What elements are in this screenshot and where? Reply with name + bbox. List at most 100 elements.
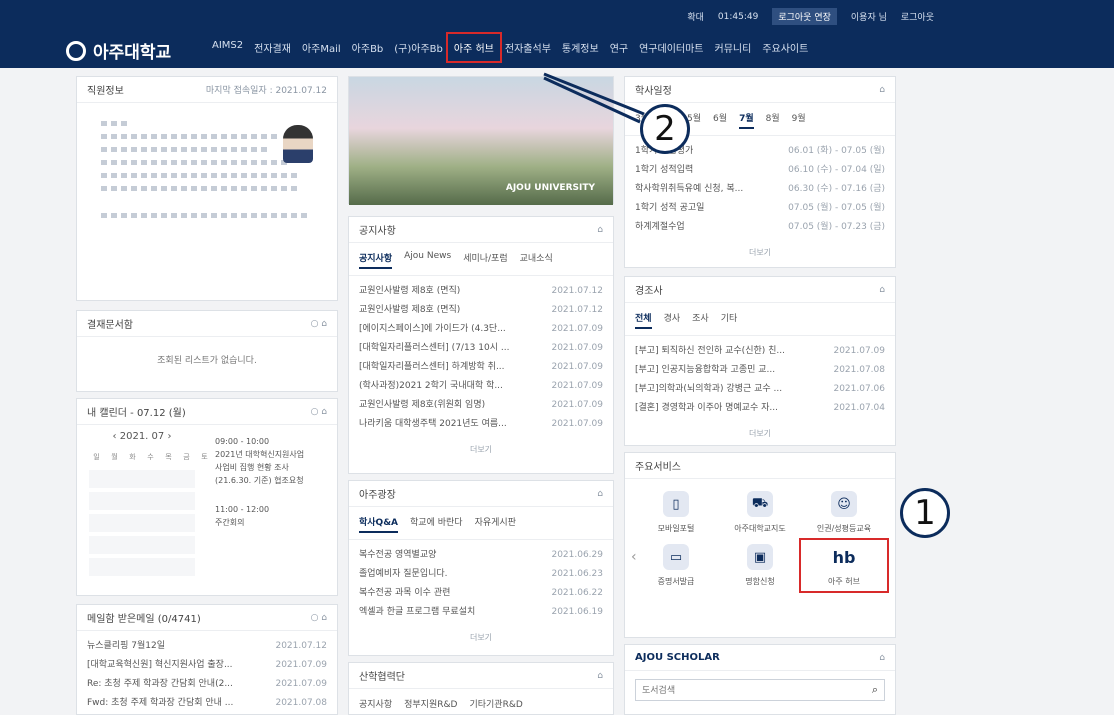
nav-statistics[interactable]: 통계정보 — [562, 40, 599, 55]
industry-panel: 산학협력단 ⌂ 공지사항 정부지원R&D 기타기관R&D — [348, 662, 614, 715]
home-icon[interactable]: ⌂ — [879, 285, 885, 295]
calendar-month[interactable]: ‹ 2021. 07 › — [77, 425, 207, 448]
calendar-actions[interactable]: ○ ⌂ — [311, 407, 327, 417]
more-button[interactable]: 더보기 — [349, 628, 613, 647]
extend-session-button[interactable]: 로그아웃 연장 — [772, 8, 837, 25]
service-human-rights[interactable]: ☺ 인권/성평등교육 — [805, 491, 883, 534]
list-item[interactable]: [대학일자리플러스센터] (7/13 10시 ... 2021.07.09 — [359, 339, 603, 358]
nav-ajou-hub[interactable]: 아주 허브 — [445, 32, 502, 63]
home-icon[interactable]: ⌂ — [879, 85, 885, 95]
service-business-card[interactable]: ▣ 명함신청 — [721, 544, 799, 587]
tab-other-rnd[interactable]: 기타기관R&D — [469, 697, 522, 710]
service-ajou-hub[interactable]: hb 아주 허브 — [799, 538, 889, 593]
mail-panel: 메일함 받은메일 (0/4741) ○ ⌂ 뉴스클리핑 7월12일 2021.07.… — [76, 604, 338, 715]
tab-suggestion[interactable]: 학교에 바란다 — [410, 515, 463, 533]
list-item[interactable]: [결혼] 경영학과 이주아 명예교수 자... 2021.07.04 — [635, 399, 885, 418]
services-panel: 주요서비스 ▯ 모바일포털 ⛟ 아주대학교지도 ☺ 인권/성평등교육 ▭ 증명서발급 ▣… — [624, 452, 896, 638]
zoom-button[interactable]: 확대 — [687, 10, 704, 23]
service-mobile-portal[interactable]: ▯ 모바일포털 — [637, 491, 715, 534]
list-item[interactable]: 하계계절수업 07.05 (월) - 07.23 (금) — [635, 218, 885, 237]
list-item[interactable]: 교원인사발령 제8호 (면직) 2021.07.12 — [359, 282, 603, 301]
tab-gov-rnd[interactable]: 정부지원R&D — [404, 697, 457, 710]
tab-month-8[interactable]: 8월 — [766, 111, 780, 129]
home-icon[interactable]: ⌂ — [879, 653, 885, 663]
more-button[interactable]: 더보기 — [625, 243, 895, 262]
tab-ajou-news[interactable]: Ajou News — [404, 251, 451, 269]
list-item[interactable]: [부고] 인공지능융합학과 고종민 교... 2021.07.08 — [635, 361, 885, 380]
tab-month-6[interactable]: 6월 — [713, 111, 727, 129]
mail-actions[interactable]: ○ ⌂ — [311, 613, 327, 623]
tab-celebration[interactable]: 경사 — [664, 311, 681, 329]
list-item[interactable]: 엑셀과 한글 프로그램 무료설치 2021.06.19 — [359, 603, 603, 622]
list-item[interactable]: Fwd: 초청 주제 학과장 간담회 안내 ... 2021.07.08 — [87, 694, 327, 713]
nav-research-data[interactable]: 연구데이터마트 — [639, 40, 703, 55]
service-certificate[interactable]: ▭ 증명서발급 — [637, 544, 715, 587]
scholar-search-input[interactable] — [642, 685, 842, 695]
list-item[interactable]: 복수전공 과목 이수 관련 2021.06.22 — [359, 584, 603, 603]
list-item[interactable]: 졸업예비자 질문입니다. 2021.06.23 — [359, 565, 603, 584]
tab-qna[interactable]: 학사Q&A — [359, 515, 399, 533]
calendar-grid[interactable]: 일월화수목금토 — [77, 448, 207, 466]
tab-notice[interactable]: 공지사항 — [359, 251, 393, 269]
scholar-panel: AJOU SCHOLAR ⌂ ⌕ — [624, 644, 896, 715]
more-button[interactable]: 더보기 — [625, 424, 895, 443]
home-icon[interactable]: ⌂ — [597, 225, 603, 235]
list-item[interactable]: [부고] 퇴직하신 전인하 교수(신한) 친... 2021.07.09 — [635, 342, 885, 361]
tab-seminar[interactable]: 세미나/포럼 — [463, 251, 507, 269]
nav-community[interactable]: 커뮤니티 — [715, 40, 752, 55]
profile-title: 직원정보 — [87, 86, 124, 97]
nav-attendance[interactable]: 전자출석부 — [505, 40, 551, 55]
calendar-days[interactable] — [89, 470, 195, 580]
search-icon[interactable]: ⌕ — [872, 683, 878, 697]
list-item[interactable]: [에이지스페이스]에 가이드가 (4.3단... 2021.07.09 — [359, 320, 603, 339]
list-item[interactable]: [부고]의학과(뇌의학과) 강병근 교수 ... 2021.07.06 — [635, 380, 885, 399]
refresh-home-icons[interactable]: ○ ⌂ — [311, 319, 327, 329]
emblem-icon — [66, 40, 86, 61]
list-item[interactable]: 1학기 성적입력 06.10 (수) - 07.04 (일) — [635, 161, 885, 180]
nav-mail[interactable]: 아주Mail — [302, 40, 341, 55]
home-icon[interactable]: ⌂ — [597, 489, 603, 499]
calendar-events: 09:00 - 10:00 2021년 대학혁신지원사업 사업비 집행 현황 조… — [207, 425, 317, 584]
service-campus-map[interactable]: ⛟ 아주대학교지도 — [721, 491, 799, 534]
nav-old-bb[interactable]: (구)아주Bb — [394, 40, 443, 55]
nav-approval[interactable]: 전자결재 — [254, 40, 291, 55]
list-item[interactable]: 복수전공 영역별교양 2021.06.29 — [359, 546, 603, 565]
nav-bb[interactable]: 아주Bb — [352, 40, 384, 55]
people-icon: ☺ — [831, 491, 857, 517]
list-item[interactable]: 뉴스클리핑 7월12일 2021.07.12 — [87, 637, 327, 656]
list-item[interactable]: Re: 초청 주제 학과장 간담회 안내(2... 2021.07.09 — [87, 675, 327, 694]
tab-condolence[interactable]: 조사 — [692, 311, 709, 329]
list-item[interactable]: (학사과정)2021 2학기 국내대학 학... 2021.07.09 — [359, 377, 603, 396]
approval-empty-text: 조회된 리스트가 없습니다. — [157, 356, 257, 366]
list-item[interactable]: 교원인사발령 제8호 (면직) 2021.07.12 — [359, 301, 603, 320]
list-item[interactable]: 나라키움 대학생주택 2021년도 여름... 2021.07.09 — [359, 415, 603, 434]
tab-free-board[interactable]: 자유게시판 — [475, 515, 516, 533]
list-item[interactable]: 1학기 성적 공고일 07.05 (월) - 07.05 (월) — [635, 199, 885, 218]
list-item[interactable]: 학사학위취득유예 신청, 복... 06.30 (수) - 07.16 (금) — [635, 180, 885, 199]
tab-month-9[interactable]: 9월 — [792, 111, 806, 129]
tab-month-7[interactable]: 7월 — [739, 111, 754, 129]
ajou-board-panel: 아주광장 ⌂ 학사Q&A 학교에 바란다 자유게시판 복수전공 영역별교양 2021… — [348, 480, 614, 656]
tab-campus-news[interactable]: 교내소식 — [520, 251, 553, 269]
home-icon[interactable]: ⌂ — [597, 671, 603, 681]
list-item[interactable]: [대학일자리플러스센터] 하계방학 취... 2021.07.09 — [359, 358, 603, 377]
list-item[interactable]: 교원인사발령 제8호(위원회 임명) 2021.07.09 — [359, 396, 603, 415]
logout-button[interactable]: 로그아웃 — [901, 10, 934, 23]
university-logo[interactable]: 아주대학교 — [66, 38, 171, 63]
list-item[interactable]: [대학교육혁신원] 혁신지원사업 출장... 2021.07.09 — [87, 656, 327, 675]
nav-major-sites[interactable]: 주요사이트 — [762, 40, 808, 55]
nav-research[interactable]: 연구 — [610, 40, 628, 55]
tab-all[interactable]: 전체 — [635, 311, 652, 329]
more-button[interactable]: 더보기 — [349, 440, 613, 459]
event-title[interactable]: 주간회의 — [215, 516, 309, 529]
chevron-left-icon[interactable]: ‹ — [631, 549, 637, 565]
event-time: 09:00 - 10:00 — [215, 437, 270, 446]
event-title[interactable]: 2021년 대학혁신지원사업 사업비 집행 현황 조사(21.6.30. 기준)… — [215, 448, 309, 487]
board-title: 아주광장 — [359, 490, 396, 501]
id-card-icon: ▣ — [747, 544, 773, 570]
tab-industry-notice[interactable]: 공지사항 — [359, 697, 392, 710]
user-name[interactable]: 이용자 님 — [851, 10, 887, 23]
nav-aims2[interactable]: AIMS2 — [212, 40, 243, 55]
logo-text: 아주대학교 — [93, 43, 172, 63]
tab-etc[interactable]: 기타 — [721, 311, 738, 329]
